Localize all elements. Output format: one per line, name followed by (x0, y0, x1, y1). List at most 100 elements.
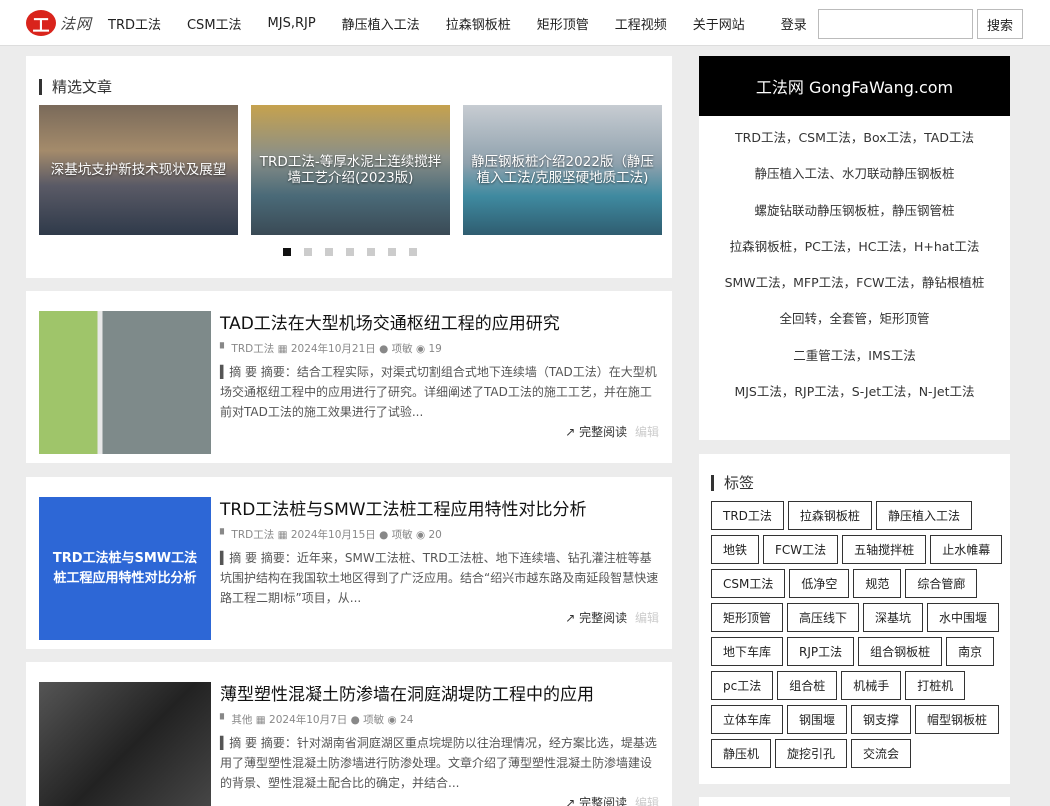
tag-item[interactable]: 组合桩 (777, 671, 838, 700)
tag-item[interactable]: RJP工法 (787, 637, 855, 666)
share-icon: ↗ (565, 611, 576, 625)
tag-item[interactable]: 钢围堰 (787, 705, 848, 734)
search-button[interactable]: 搜索 (977, 9, 1023, 39)
slider-dot[interactable] (325, 248, 333, 256)
method-line: 二重管工法，IMS工法 (793, 347, 916, 363)
slider-dot[interactable] (304, 248, 312, 256)
tag-item[interactable]: CSM工法 (711, 569, 786, 598)
featured-title: 精选文章 (39, 79, 112, 95)
article-author: 项敏 (363, 714, 385, 726)
tag-item[interactable]: 帽型钢板桩 (915, 705, 1000, 734)
tag-item[interactable]: 规范 (853, 569, 902, 598)
tag-item[interactable]: 静压机 (711, 739, 772, 768)
tag-item[interactable]: 高压线下 (787, 603, 860, 632)
nav-videos[interactable]: 工程视频 (615, 14, 667, 33)
tag-item[interactable]: 综合管廊 (905, 569, 978, 598)
article-date: 2024年10月15日 (290, 529, 376, 541)
featured-slide[interactable]: 深基坑支护新技术现状及展望 (39, 105, 238, 235)
article-views: 19 (428, 343, 442, 355)
search-input[interactable] (818, 9, 973, 39)
nav-larssen[interactable]: 拉森钢板桩 (446, 14, 511, 33)
article-thumbnail[interactable] (39, 311, 211, 454)
site-title: 工法网 GongFaWang.com (699, 56, 1010, 116)
site-method-list: TRD工法，CSM工法，Box工法，TAD工法 静压植入工法、水刀联动静压钢板桩… (699, 120, 1010, 410)
tag-item[interactable]: 五轴搅拌桩 (842, 535, 927, 564)
read-more-link[interactable]: 完整阅读 (579, 796, 627, 806)
tag-item[interactable]: 机械手 (841, 671, 902, 700)
tag-item[interactable]: 水中围堰 (927, 603, 1000, 632)
edit-link[interactable]: 编辑 (635, 796, 659, 806)
edit-link[interactable]: 编辑 (635, 425, 659, 439)
tag-item[interactable]: 拉森钢板桩 (787, 501, 872, 530)
nav-rect-jacking[interactable]: 矩形顶管 (537, 14, 589, 33)
nav-about[interactable]: 关于网站 (693, 14, 745, 33)
article-category[interactable]: TRD工法 (231, 343, 274, 355)
featured-panel: 精选文章 深基坑支护新技术现状及展望 TRD工法-等厚水泥土连续搅拌墙工艺介绍(… (26, 56, 672, 278)
bookmark-icon: ▘ (220, 343, 229, 355)
bookmark-icon: ▘ (220, 529, 229, 541)
nav-csm[interactable]: CSM工法 (187, 14, 242, 33)
method-line: 静压植入工法、水刀联动静压钢板桩 (754, 166, 955, 182)
calendar-icon: ▦ (277, 343, 288, 355)
article-card: TAD工法在大型机场交通枢纽工程的应用研究 ▘ TRD工法 ▦ 2024年10月… (26, 291, 672, 463)
method-line: TRD工法，CSM工法，Box工法，TAD工法 (735, 130, 974, 145)
method-line: SMW工法，MFP工法，FCW工法，静钻根植桩 (724, 275, 985, 291)
slider-dot[interactable] (346, 248, 354, 256)
article-title[interactable]: 薄型塑性混凝土防渗墙在洞庭湖堤防工程中的应用 (220, 680, 594, 705)
article-title[interactable]: TRD工法桩与SMW工法桩工程应用特性对比分析 (220, 495, 587, 520)
tag-item[interactable]: FCW工法 (763, 535, 839, 564)
slide-caption: 静压钢板桩介绍2022版（静压植入工法/克服坚硬地质工法) (471, 154, 654, 186)
user-icon: ● (350, 714, 360, 726)
method-line: 全回转，全套管，矩形顶管 (779, 311, 930, 327)
calendar-icon: ▦ (277, 529, 288, 541)
tag-item[interactable]: 交流会 (851, 739, 912, 768)
thumbnail-text: TRD工法桩与SMW工法桩工程应用特性对比分析 (52, 550, 198, 586)
article-excerpt: ▍摘 要 摘要：近年来，SMW工法桩、TRD工法桩、地下连续墙、钻孔灌注桩等基坑… (220, 551, 659, 605)
article-category[interactable]: TRD工法 (231, 529, 274, 541)
featured-slide[interactable]: TRD工法-等厚水泥土连续搅拌墙工艺介绍(2023版) (251, 105, 450, 235)
tag-item[interactable]: 止水帷幕 (930, 535, 1003, 564)
nav-trd[interactable]: TRD工法 (108, 14, 161, 33)
tag-item[interactable]: 立体车库 (711, 705, 784, 734)
tag-item[interactable]: 矩形顶管 (711, 603, 784, 632)
article-views: 24 (400, 714, 414, 726)
tag-item[interactable]: 地下车库 (711, 637, 784, 666)
eye-icon: ◉ (415, 343, 426, 355)
article-category[interactable]: 其他 (231, 714, 252, 726)
read-more-link[interactable]: 完整阅读 (579, 425, 627, 439)
article-date: 2024年10月7日 (269, 714, 348, 726)
tag-item[interactable]: 钢支撑 (851, 705, 912, 734)
article-meta: ▘ TRD工法 ▦ 2024年10月21日 ● 项敏 ◉ 19 (220, 341, 442, 356)
tag-item[interactable]: 低净空 (789, 569, 850, 598)
edit-link[interactable]: 编辑 (635, 611, 659, 625)
slider-dot[interactable] (388, 248, 396, 256)
nav-login[interactable]: 登录 (781, 14, 807, 33)
tag-item[interactable]: 组合钢板桩 (858, 637, 943, 666)
slider-dot[interactable] (367, 248, 375, 256)
tag-item[interactable]: 打桩机 (905, 671, 966, 700)
tag-item[interactable]: 静压植入工法 (875, 501, 972, 530)
slider-dot[interactable] (283, 248, 291, 256)
method-line: MJS工法，RJP工法，S-Jet工法，N-Jet工法 (734, 384, 975, 400)
tag-item[interactable]: TRD工法 (711, 501, 784, 530)
article-author: 项敏 (391, 343, 413, 355)
article-meta: ▘ 其他 ▦ 2024年10月7日 ● 项敏 ◉ 24 (220, 712, 413, 727)
tag-item[interactable]: pc工法 (711, 671, 774, 700)
nav-static-press[interactable]: 静压植入工法 (342, 14, 420, 33)
site-info-box: 工法网 GongFaWang.com TRD工法，CSM工法，Box工法，TAD… (699, 56, 1010, 440)
article-title[interactable]: TAD工法在大型机场交通枢纽工程的应用研究 (220, 309, 560, 334)
eye-icon: ◉ (415, 529, 426, 541)
read-more-link[interactable]: 完整阅读 (579, 611, 627, 625)
featured-slide[interactable]: 静压钢板桩介绍2022版（静压植入工法/克服坚硬地质工法) (463, 105, 662, 235)
article-thumbnail[interactable] (39, 682, 211, 806)
site-header: 工 法网 TRD工法 CSM工法 MJS,RJP 静压植入工法 拉森钢板桩 矩形… (0, 0, 1050, 46)
article-thumbnail[interactable]: TRD工法桩与SMW工法桩工程应用特性对比分析 (39, 497, 211, 640)
nav-mjs-rjp[interactable]: MJS,RJP (268, 16, 316, 31)
read-more: ↗ 完整阅读 编辑 (565, 423, 659, 440)
tag-item[interactable]: 地铁 (711, 535, 760, 564)
tag-item[interactable]: 深基坑 (863, 603, 924, 632)
tag-item[interactable]: 旋挖引孔 (775, 739, 848, 768)
tag-item[interactable]: 南京 (946, 637, 995, 666)
slider-dot[interactable] (409, 248, 417, 256)
site-logo[interactable]: 工 法网 (26, 9, 92, 37)
